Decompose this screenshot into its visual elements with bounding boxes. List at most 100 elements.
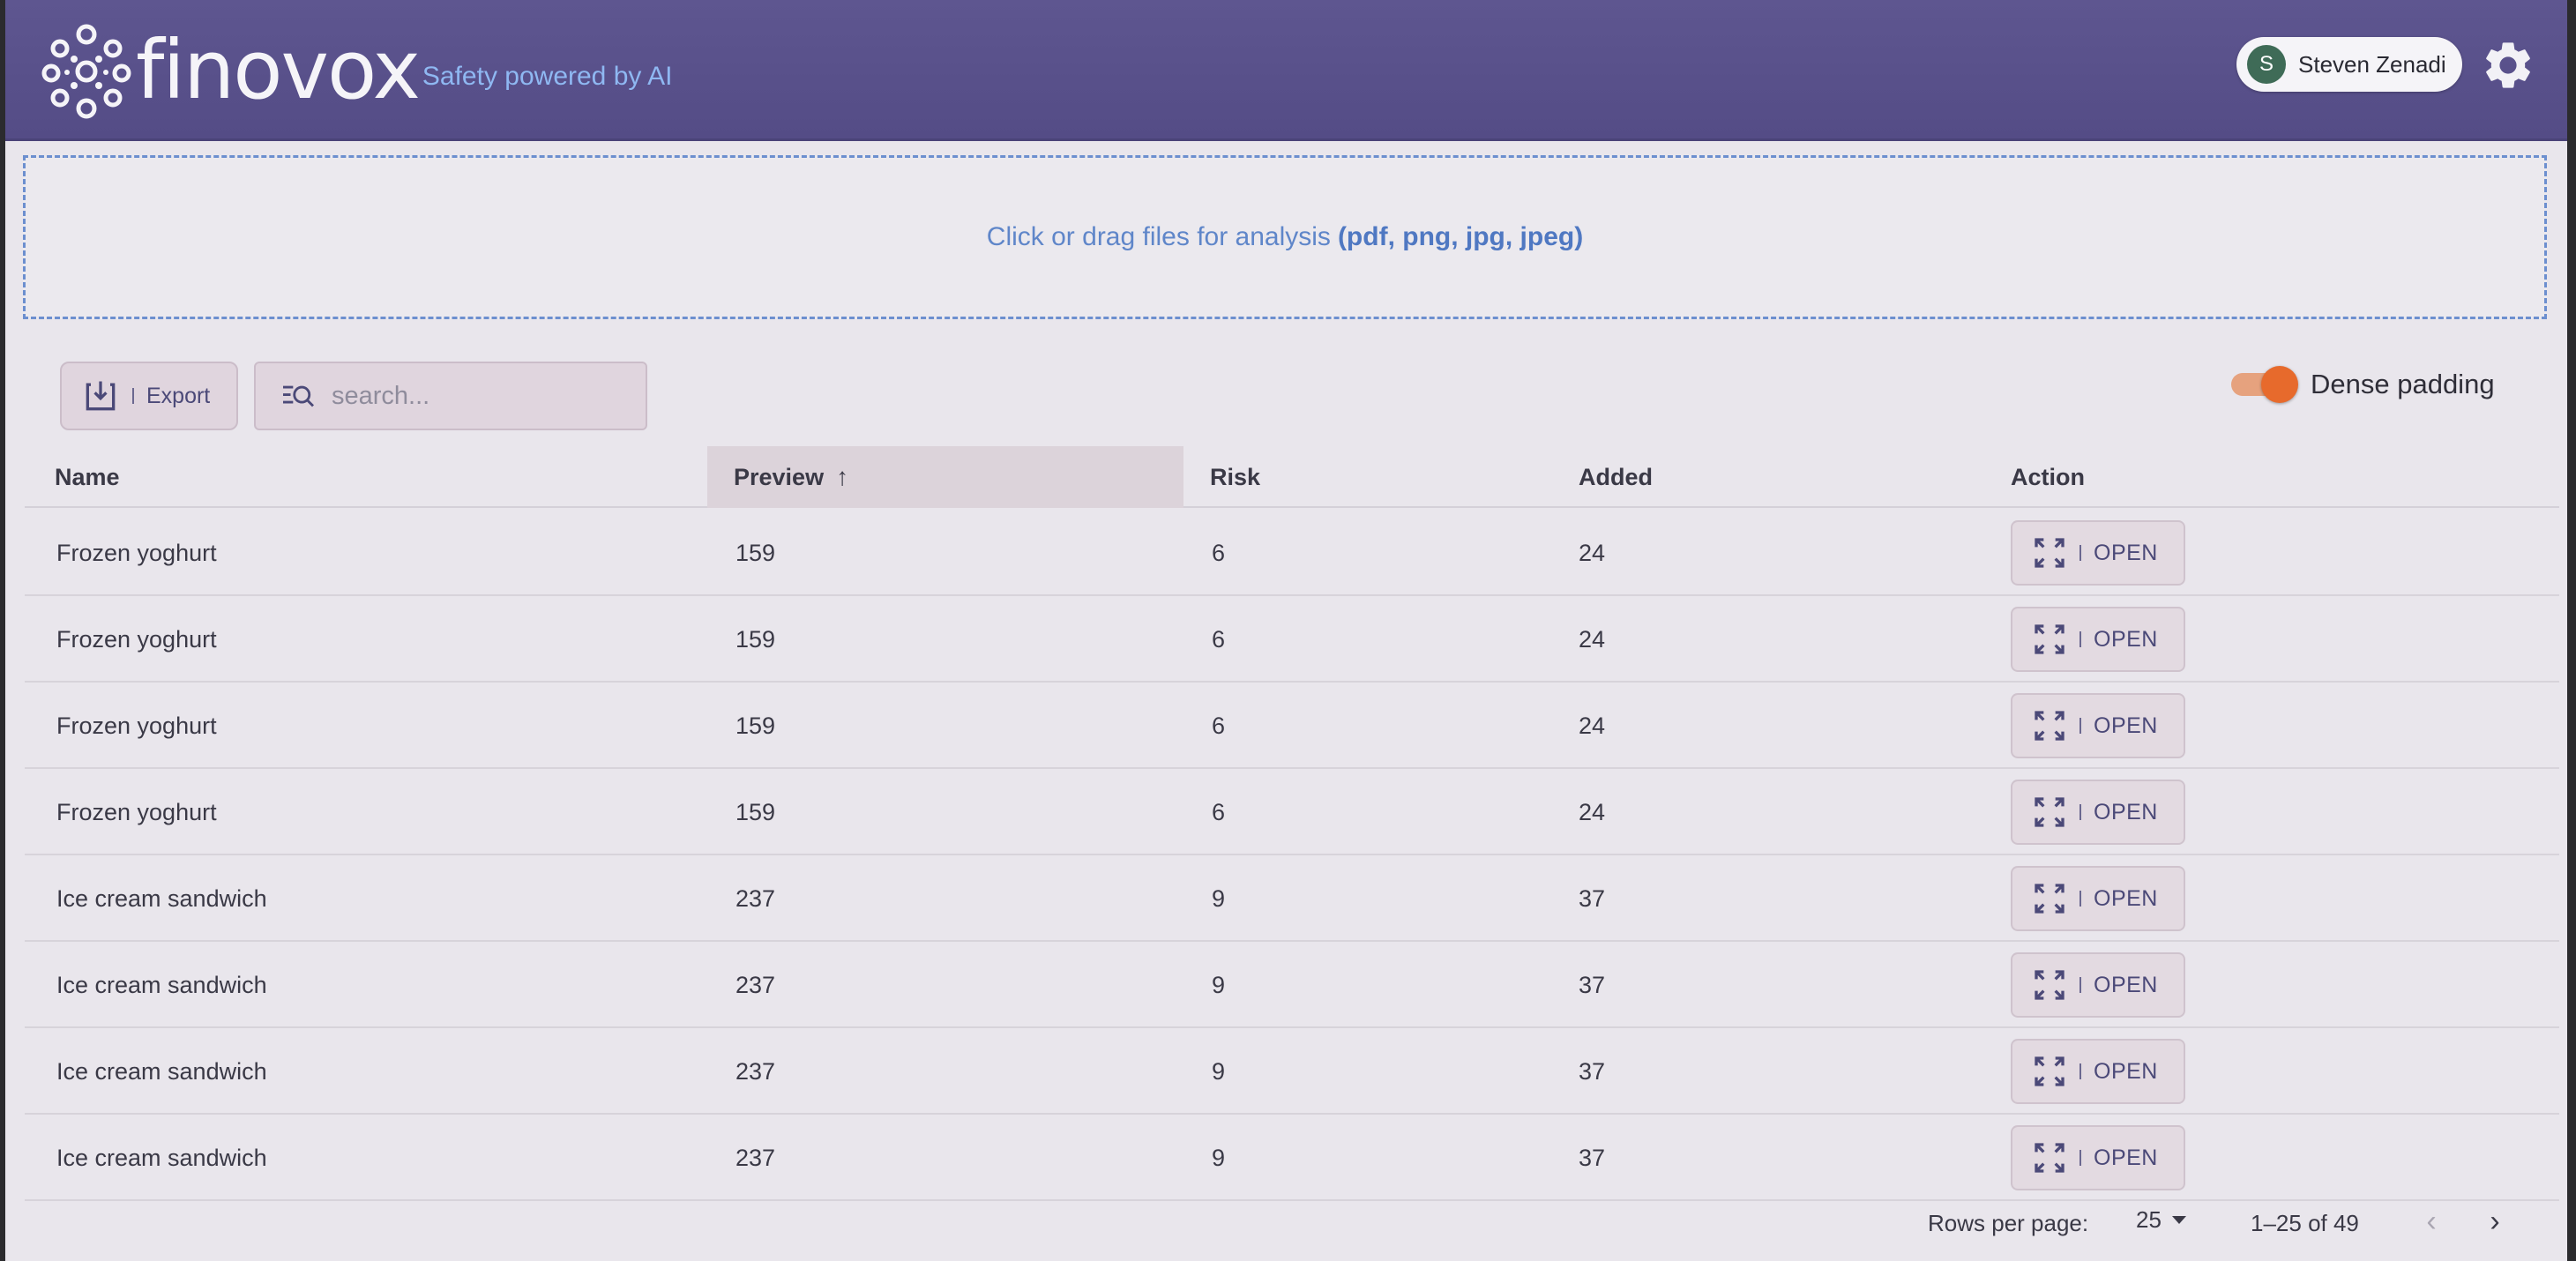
- column-header-action: Action: [2011, 463, 2085, 490]
- export-label: Export: [146, 383, 211, 408]
- cell-risk: 6: [1212, 539, 1226, 566]
- column-header-added[interactable]: Added: [1579, 446, 1843, 508]
- cell-added: 37: [1579, 1057, 1606, 1085]
- cell-name: Ice cream sandwich: [56, 884, 267, 912]
- open-label: OPEN: [2094, 799, 2158, 824]
- brand-name: finovox: [136, 23, 421, 117]
- open-button[interactable]: OPEN: [2011, 607, 2185, 672]
- dropzone-file-types: (pdf, png, jpg, jpeg): [1337, 222, 1584, 251]
- results-table: Name Preview ↑ Risk Added Action Frozen …: [25, 446, 2559, 1201]
- app-header: finovox Safety powered by AI S Steven Ze…: [5, 0, 2567, 141]
- cell-added: 37: [1579, 971, 1606, 998]
- table-row: Frozen yoghurt 159 6 24 OPEN: [25, 510, 2559, 596]
- next-page-button[interactable]: ›: [2475, 1201, 2515, 1242]
- table-row: Ice cream sandwich 237 9 37 OPEN: [25, 855, 2559, 942]
- cell-risk: 6: [1212, 712, 1226, 739]
- user-menu-chip[interactable]: S Steven Zenadi: [2236, 37, 2462, 92]
- cell-name: Ice cream sandwich: [56, 971, 267, 998]
- cell-risk: 9: [1212, 884, 1226, 912]
- cell-added: 37: [1579, 884, 1606, 912]
- table-row: Frozen yoghurt 159 6 24 OPEN: [25, 596, 2559, 683]
- open-button[interactable]: OPEN: [2011, 1125, 2185, 1190]
- open-label: OPEN: [2094, 713, 2158, 738]
- cell-preview: 237: [735, 1057, 776, 1085]
- chevron-left-icon: ‹: [2426, 1204, 2437, 1238]
- cell-name: Ice cream sandwich: [56, 1057, 267, 1085]
- open-button[interactable]: OPEN: [2011, 693, 2185, 758]
- dense-padding-label: Dense padding: [2311, 369, 2495, 399]
- expand-icon: [2035, 538, 2065, 568]
- expand-icon: [2035, 624, 2065, 654]
- table-row: Frozen yoghurt 159 6 24 OPEN: [25, 769, 2559, 855]
- column-header-preview[interactable]: Preview ↑: [707, 446, 1183, 508]
- divider: [2079, 1063, 2081, 1079]
- cell-preview: 237: [735, 971, 776, 998]
- column-header-risk[interactable]: Risk: [1210, 446, 1475, 508]
- chevron-down-icon: [2171, 1216, 2186, 1224]
- cell-preview: 159: [735, 539, 776, 566]
- toggle-switch[interactable]: [2231, 366, 2298, 403]
- brand-logo[interactable]: finovox Safety powered by AI: [41, 19, 672, 122]
- cell-name: Frozen yoghurt: [56, 539, 217, 566]
- user-name: Steven Zenadi: [2298, 50, 2446, 78]
- divider: [2079, 891, 2081, 907]
- open-button[interactable]: OPEN: [2011, 1039, 2185, 1104]
- cell-risk: 9: [1212, 1057, 1226, 1085]
- cell-added: 24: [1579, 625, 1606, 653]
- expand-icon: [2035, 1056, 2065, 1086]
- cell-risk: 6: [1212, 625, 1226, 653]
- divider: [2079, 631, 2081, 647]
- table-row: Ice cream sandwich 237 9 37 OPEN: [25, 942, 2559, 1028]
- table-row: Frozen yoghurt 159 6 24 OPEN: [25, 683, 2559, 769]
- cell-risk: 9: [1212, 971, 1226, 998]
- divider: [2079, 804, 2081, 820]
- gear-icon[interactable]: [2480, 37, 2536, 93]
- search-input[interactable]: [332, 381, 623, 411]
- cell-name: Frozen yoghurt: [56, 798, 217, 825]
- avatar: S: [2247, 45, 2286, 84]
- table-header: Name Preview ↑ Risk Added Action: [25, 446, 2559, 508]
- brand-tagline: Safety powered by AI: [422, 62, 673, 91]
- rows-per-page-select[interactable]: 25: [2136, 1206, 2186, 1234]
- app-window: finovox Safety powered by AI S Steven Ze…: [5, 0, 2567, 1261]
- open-button[interactable]: OPEN: [2011, 866, 2185, 931]
- cell-name: Frozen yoghurt: [56, 625, 217, 653]
- open-button[interactable]: OPEN: [2011, 952, 2185, 1018]
- cell-name: Frozen yoghurt: [56, 712, 217, 739]
- cell-added: 24: [1579, 712, 1606, 739]
- dropzone-text: Click or drag files for analysis: [986, 222, 1331, 251]
- open-button[interactable]: OPEN: [2011, 520, 2185, 586]
- previous-page-button[interactable]: ‹: [2411, 1201, 2452, 1242]
- file-dropzone[interactable]: Click or drag files for analysis (pdf, p…: [23, 155, 2547, 319]
- cell-added: 24: [1579, 798, 1606, 825]
- expand-icon: [2035, 797, 2065, 827]
- expand-icon: [2035, 1143, 2065, 1173]
- divider: [132, 388, 134, 404]
- export-button[interactable]: Export: [60, 362, 238, 430]
- expand-icon: [2035, 970, 2065, 1000]
- divider: [2079, 1150, 2081, 1166]
- expand-icon: [2035, 884, 2065, 914]
- expand-icon: [2035, 711, 2065, 741]
- table-pagination: Rows per page: 25 1–25 of 49 ‹ ›: [5, 1182, 2567, 1261]
- open-label: OPEN: [2094, 972, 2158, 997]
- cell-preview: 159: [735, 625, 776, 653]
- dense-padding-toggle[interactable]: Dense padding: [2231, 366, 2495, 403]
- divider: [2079, 718, 2081, 734]
- column-header-name[interactable]: Name: [55, 446, 407, 508]
- download-icon: [86, 381, 116, 411]
- table-row: Ice cream sandwich 237 9 37 OPEN: [25, 1028, 2559, 1115]
- toggle-thumb: [2261, 366, 2298, 403]
- divider: [2079, 545, 2081, 561]
- pagination-range: 1–25 of 49: [2251, 1210, 2359, 1236]
- sort-ascending-icon: ↑: [836, 463, 849, 490]
- search-field[interactable]: [254, 362, 647, 430]
- cell-added: 24: [1579, 539, 1606, 566]
- open-label: OPEN: [2094, 540, 2158, 565]
- cell-preview: 237: [735, 884, 776, 912]
- chevron-right-icon: ›: [2490, 1204, 2500, 1238]
- open-button[interactable]: OPEN: [2011, 780, 2185, 845]
- open-label: OPEN: [2094, 1145, 2158, 1170]
- open-label: OPEN: [2094, 885, 2158, 911]
- cell-risk: 6: [1212, 798, 1226, 825]
